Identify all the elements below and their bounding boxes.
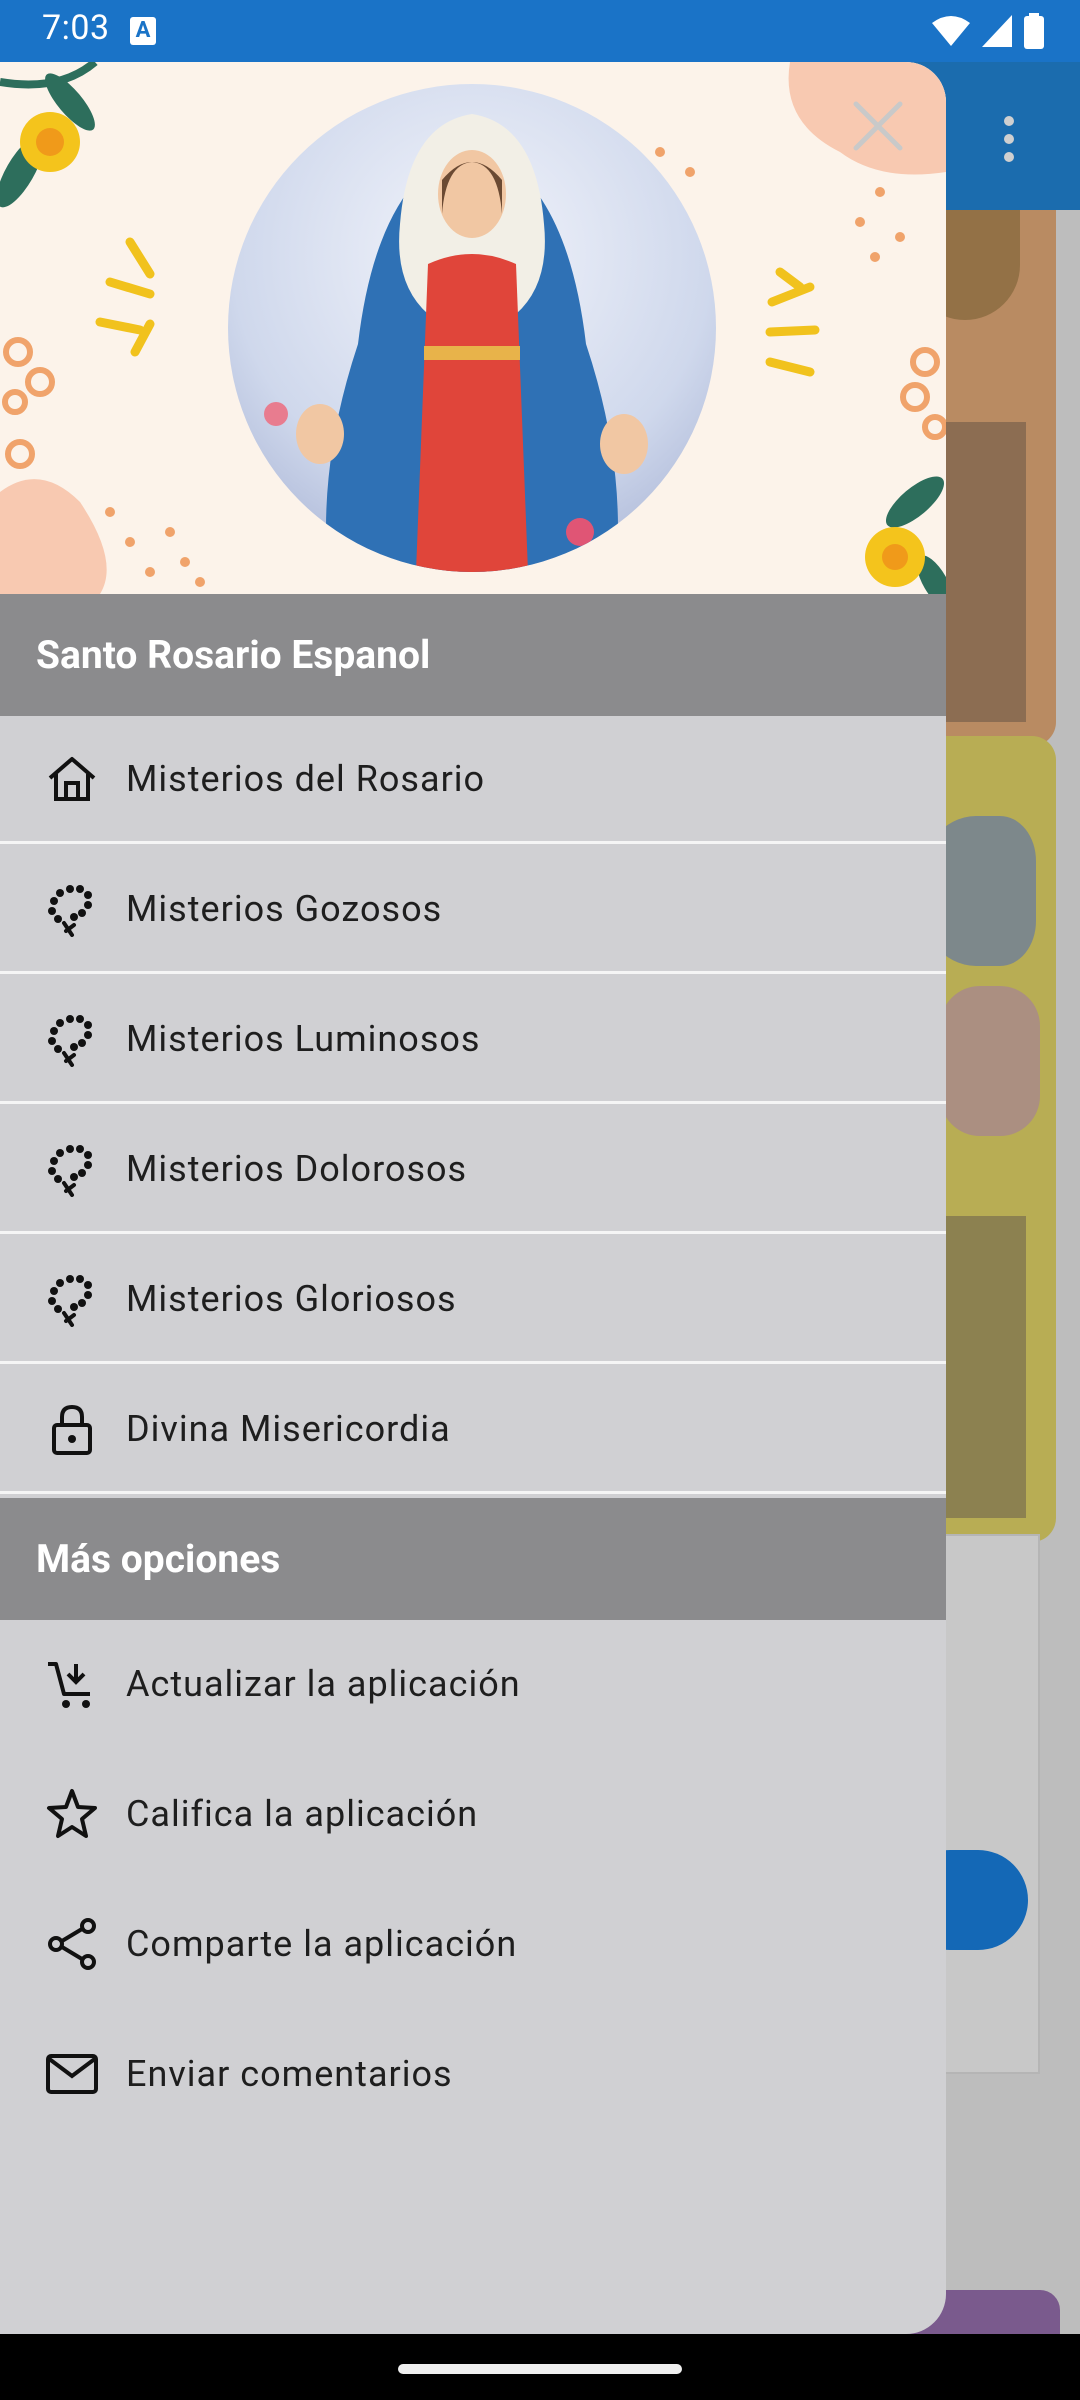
- menu-item-label: Comparte la aplicación: [126, 1923, 518, 1965]
- navigation-drawer: Santo Rosario Espanol Misterios del Rosa…: [0, 62, 946, 2334]
- menu-item-label: Califica la aplicación: [126, 1793, 479, 1835]
- menu-item-share-app[interactable]: Comparte la aplicación: [0, 1880, 946, 2008]
- card-image: [940, 986, 1040, 1136]
- drawer-header-image: [0, 62, 946, 594]
- wifi-icon: [932, 16, 970, 46]
- mail-icon: [46, 2054, 98, 2094]
- menu-item-misterios-del-rosario[interactable]: Misterios del Rosario: [0, 716, 946, 844]
- rosary-icon: [48, 1144, 92, 1197]
- menu-item-label: Misterios Gozosos: [126, 887, 443, 930]
- menu-item-label: Misterios Luminosos: [126, 1017, 481, 1060]
- virgin-mary-portrait: [228, 84, 716, 572]
- menu-item-divina-misericordia[interactable]: Divina Misericordia: [0, 1366, 946, 1494]
- menu-item-label: Misterios Gloriosos: [126, 1277, 457, 1320]
- menu-item-misterios-dolorosos[interactable]: Misterios Dolorosos: [0, 1106, 946, 1234]
- share-icon: [48, 1918, 96, 1970]
- status-time: 7:03: [42, 8, 110, 48]
- star-icon: [47, 1789, 97, 1838]
- menu-item-label: Misterios del Rosario: [126, 757, 486, 800]
- menu-item-label: Enviar comentarios: [126, 2053, 453, 2095]
- menu-item-misterios-gloriosos[interactable]: Misterios Gloriosos: [0, 1236, 946, 1364]
- home-gesture-handle[interactable]: [398, 2364, 682, 2374]
- overflow-menu-icon[interactable]: [1004, 116, 1014, 162]
- menu-item-send-feedback[interactable]: Enviar comentarios: [0, 2010, 946, 2138]
- lock-icon: [52, 1404, 92, 1455]
- status-bar: 7:03 A: [0, 0, 1080, 62]
- rosary-icon: [48, 1014, 92, 1067]
- cellular-signal-icon: [982, 15, 1012, 47]
- notification-icon: A: [130, 17, 156, 45]
- menu-item-rate-app[interactable]: Califica la aplicación: [0, 1750, 946, 1878]
- menu-item-label: Actualizar la aplicación: [126, 1663, 521, 1705]
- close-icon[interactable]: [850, 98, 906, 154]
- status-icons: [932, 12, 1044, 50]
- menu-item-label: Divina Misericordia: [126, 1407, 451, 1450]
- menu-item-label: Misterios Dolorosos: [126, 1147, 468, 1190]
- rosary-icon: [48, 884, 92, 937]
- menu-item-misterios-luminosos[interactable]: Misterios Luminosos: [0, 976, 946, 1104]
- rosary-icon: [48, 1274, 92, 1327]
- section-header-main: Santo Rosario Espanol: [0, 594, 946, 716]
- battery-icon: [1024, 13, 1044, 49]
- cart-add-icon: [48, 1662, 90, 1708]
- section-header-more-options: Más opciones: [0, 1498, 946, 1620]
- home-icon: [48, 756, 96, 801]
- menu-item-misterios-gozosos[interactable]: Misterios Gozosos: [0, 846, 946, 974]
- menu-item-update-app[interactable]: Actualizar la aplicación: [0, 1620, 946, 1748]
- system-navigation-bar: [0, 2334, 1080, 2400]
